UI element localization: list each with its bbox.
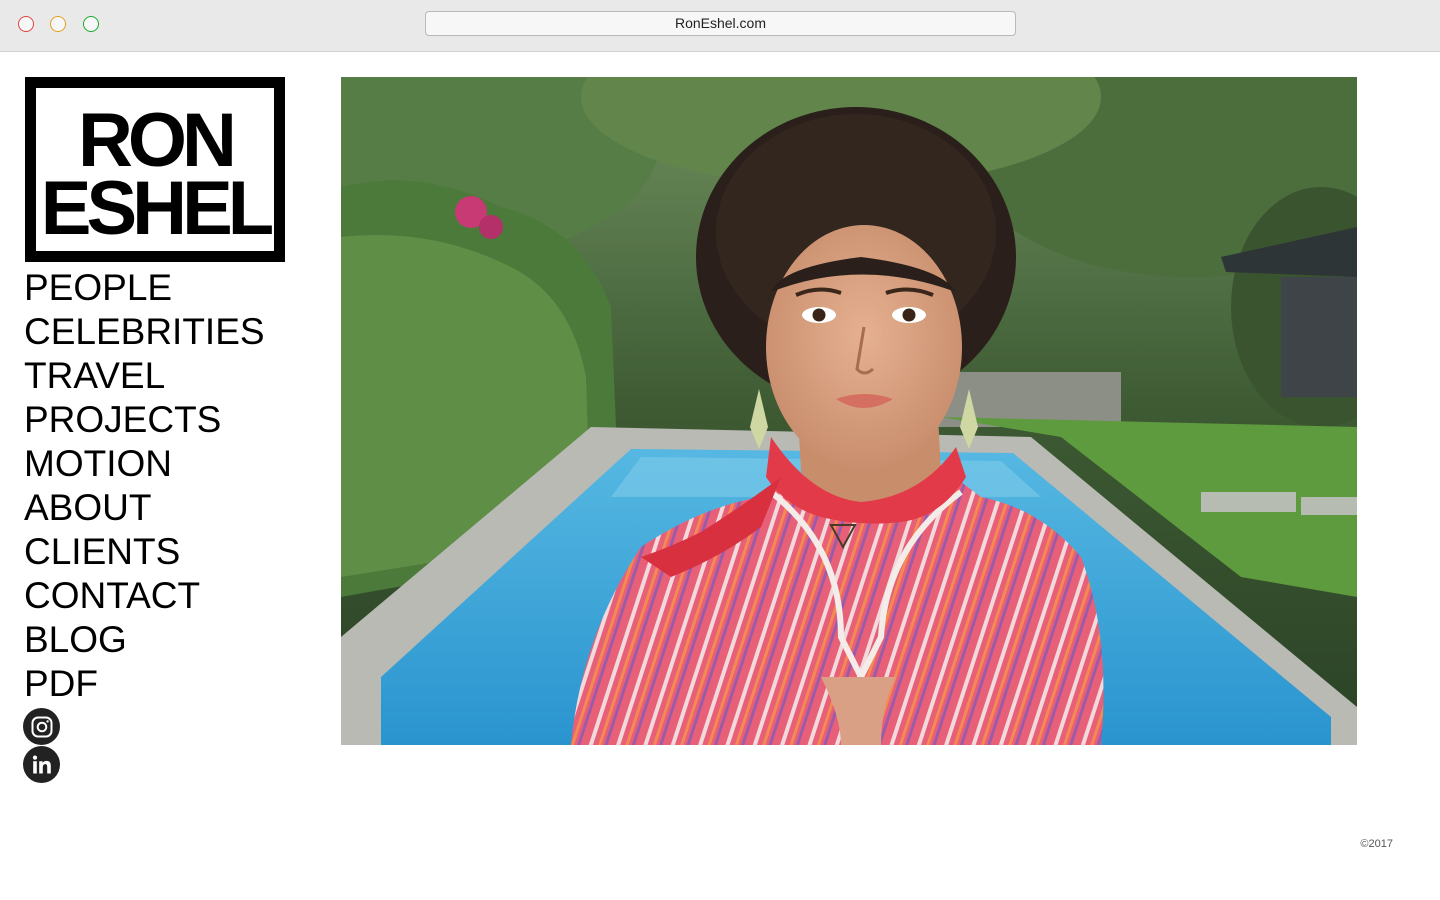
linkedin-icon [32, 755, 51, 773]
nav-item-pdf[interactable]: PDF [24, 662, 265, 706]
copyright-text: ©2017 [1360, 838, 1393, 850]
maximize-window-button[interactable] [83, 16, 99, 32]
main-navigation: PEOPLE CELEBRITIES TRAVEL PROJECTS MOTIO… [24, 266, 265, 706]
nav-item-people[interactable]: PEOPLE [24, 266, 265, 310]
logo-text-line2: ESHEL [40, 166, 274, 251]
nav-item-travel[interactable]: TRAVEL [24, 354, 265, 398]
instagram-icon [31, 716, 52, 737]
minimize-window-button[interactable] [50, 16, 66, 32]
nav-item-projects[interactable]: PROJECTS [24, 398, 265, 442]
address-bar[interactable]: RonEshel.com [425, 11, 1016, 36]
nav-item-about[interactable]: ABOUT [24, 486, 265, 530]
site-logo[interactable]: RON ESHEL [25, 77, 285, 262]
nav-item-clients[interactable]: CLIENTS [24, 530, 265, 574]
linkedin-link[interactable] [23, 746, 60, 783]
nav-item-celebrities[interactable]: CELEBRITIES [24, 310, 265, 354]
logo-frame: RON ESHEL [36, 88, 274, 251]
nav-item-blog[interactable]: BLOG [24, 618, 265, 662]
close-window-button[interactable] [18, 16, 34, 32]
browser-toolbar: RonEshel.com [0, 0, 1440, 52]
instagram-link[interactable] [23, 708, 60, 745]
nav-item-motion[interactable]: MOTION [24, 442, 265, 486]
nav-item-contact[interactable]: CONTACT [24, 574, 265, 618]
portrait-photo [341, 77, 1357, 745]
hero-photo[interactable] [341, 77, 1357, 745]
